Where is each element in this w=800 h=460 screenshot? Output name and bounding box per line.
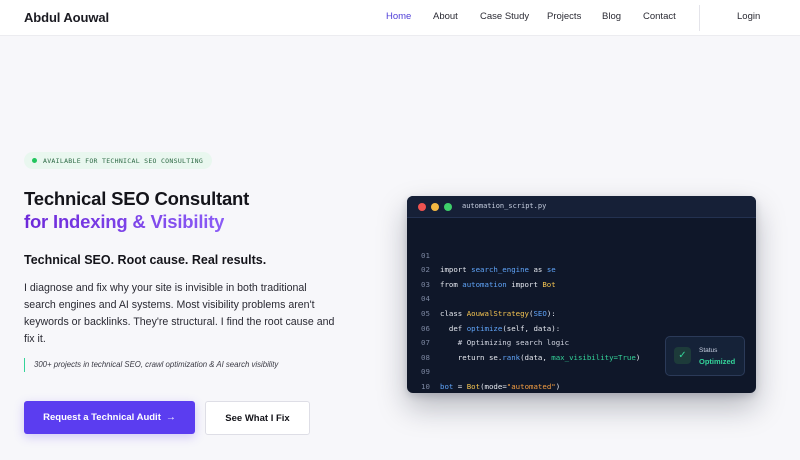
code-line: 03 bbox=[407, 263, 756, 289]
nav-link-blog[interactable]: Blog bbox=[602, 11, 621, 22]
window-minimize-dot-icon bbox=[431, 203, 439, 211]
code-line: 02 from automation import Bot bbox=[407, 249, 756, 289]
hero-proof-line: 300+ projects in technical SEO, crawl op… bbox=[24, 358, 278, 372]
hero-title: Technical SEO Consultant bbox=[24, 188, 250, 209]
request-audit-button[interactable]: Request a Technical Audit → bbox=[24, 401, 195, 434]
availability-badge-text: AVAILABLE FOR TECHNICAL SEO CONSULTING bbox=[43, 156, 204, 165]
code-window-titlebar: automation_script.py bbox=[407, 196, 756, 218]
nav-link-contact[interactable]: Contact bbox=[643, 11, 676, 22]
code-line: 05 def optimize(self, data): bbox=[407, 292, 756, 333]
status-dot-icon bbox=[32, 158, 37, 163]
code-filename: automation_script.py bbox=[462, 202, 547, 210]
see-what-i-fix-button-label: See What I Fix bbox=[225, 412, 290, 424]
code-line: 07 return se.rank(data, max_visibility=T… bbox=[407, 322, 756, 362]
hero-description: I diagnose and fix why your site is invi… bbox=[24, 282, 335, 345]
arrow-right-icon: → bbox=[165, 412, 176, 423]
code-line: 01 import search_engine as se bbox=[407, 234, 756, 275]
nav-link-about[interactable]: About bbox=[433, 11, 458, 22]
line-content: bot = Bot(mode="automated") bbox=[440, 381, 561, 391]
nav-links: Home About Case Study Projects Blog Cont… bbox=[0, 11, 800, 27]
hero-tagline: Technical SEO. Root cause. Real results. bbox=[24, 253, 267, 267]
nav-divider bbox=[699, 5, 700, 31]
hero-title-accent: for Indexing & Visibility bbox=[24, 211, 225, 232]
availability-badge: AVAILABLE FOR TECHNICAL SEO CONSULTING bbox=[24, 152, 213, 169]
nav-link-case-study[interactable]: Case Study bbox=[480, 11, 529, 22]
window-maximize-dot-icon bbox=[444, 203, 452, 211]
nav-link-projects[interactable]: Projects bbox=[547, 11, 581, 22]
status-label: Status bbox=[699, 347, 718, 354]
code-window: automation_script.py 01 import search_en… bbox=[407, 196, 756, 393]
check-icon: ✓ bbox=[674, 347, 691, 364]
code-line: 06 # Optimizing search logic bbox=[407, 307, 756, 348]
top-navbar: Abdul Aouwal Home About Case Study Proje… bbox=[0, 0, 800, 36]
status-value: Optimized bbox=[699, 357, 736, 366]
request-audit-button-label: Request a Technical Audit bbox=[43, 412, 161, 423]
nav-link-login[interactable]: Login bbox=[737, 11, 760, 22]
see-what-i-fix-button[interactable]: See What I Fix bbox=[205, 401, 310, 435]
window-close-dot-icon bbox=[418, 203, 426, 211]
line-number: 10 bbox=[421, 381, 430, 391]
code-line: 04 class AouwalStrategy(SEO): bbox=[407, 278, 756, 318]
nav-link-home[interactable]: Home bbox=[386, 11, 411, 22]
status-card: ✓ Status Optimized bbox=[665, 336, 745, 376]
